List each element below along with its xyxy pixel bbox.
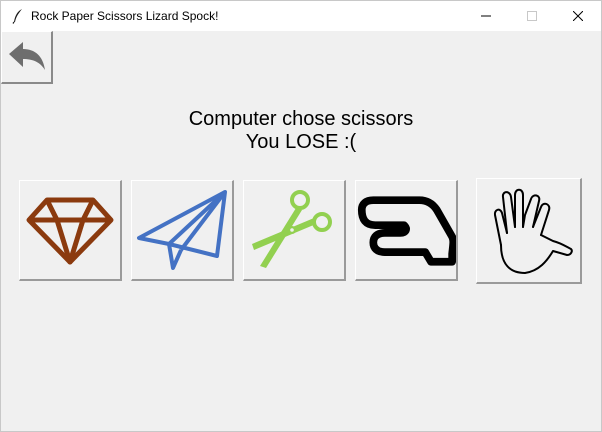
back-button[interactable]: [1, 31, 53, 84]
close-button[interactable]: [555, 1, 601, 31]
back-arrow-icon: [8, 42, 45, 70]
app-window: Rock Paper Scissors Lizard Spock! Comput…: [0, 0, 602, 432]
feather-icon: [12, 9, 22, 24]
computer-choice-text: Computer chose scissors: [188, 108, 414, 130]
paper-button[interactable]: [131, 180, 234, 281]
window-title: Rock Paper Scissors Lizard Spock!: [31, 9, 219, 23]
vulcan-salute-icon: [493, 188, 573, 274]
result-text: You LOSE :(: [245, 131, 357, 153]
spock-button[interactable]: [476, 178, 582, 284]
maximize-icon: [527, 11, 537, 21]
maximize-button[interactable]: [509, 1, 555, 31]
minimize-icon: [481, 15, 491, 17]
scissors-icon: [252, 190, 332, 268]
lizard-hand-icon: [357, 196, 456, 266]
lizard-button[interactable]: [355, 180, 458, 281]
minimize-button[interactable]: [463, 1, 509, 31]
game-area: Computer chose scissors You LOSE :(: [1, 31, 601, 431]
title-bar[interactable]: Rock Paper Scissors Lizard Spock!: [1, 1, 601, 31]
scissors-button[interactable]: [243, 180, 346, 281]
diamond-icon: [26, 197, 114, 265]
paper-plane-icon: [137, 190, 227, 270]
close-icon: [573, 11, 583, 21]
rock-button[interactable]: [19, 180, 122, 281]
